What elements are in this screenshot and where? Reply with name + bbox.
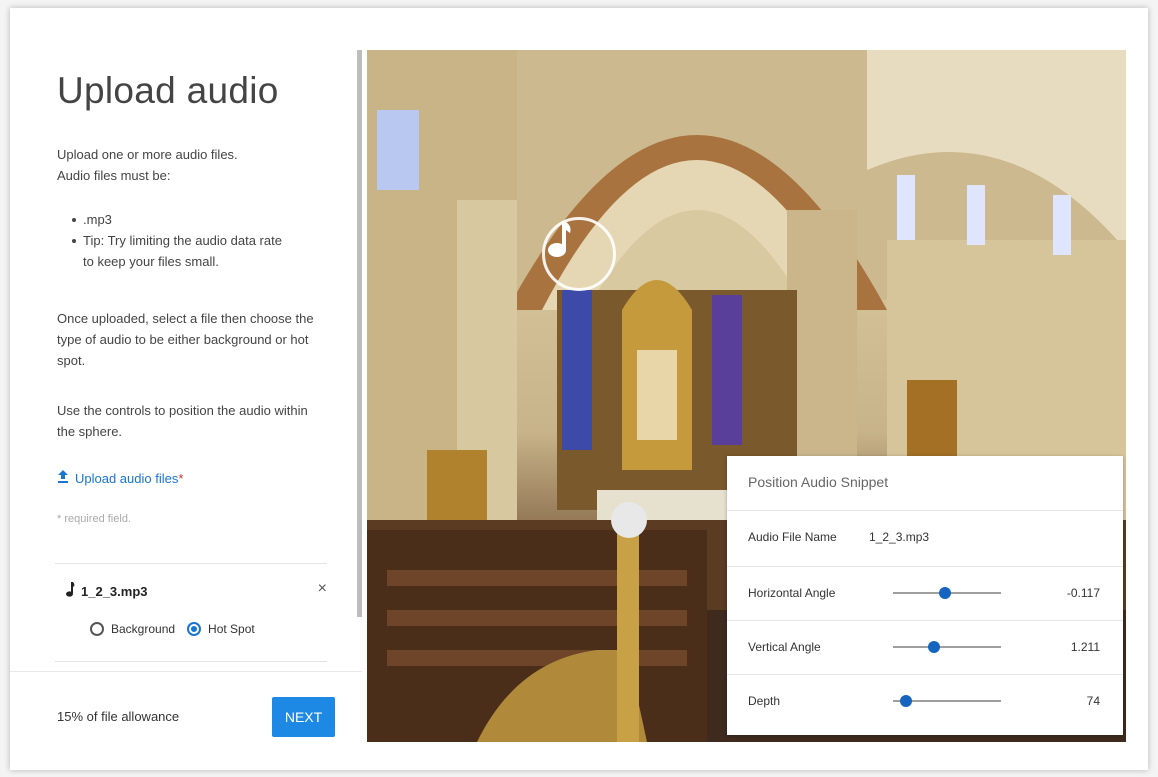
audio-hotspot-marker[interactable] — [542, 217, 616, 291]
radio-icon — [187, 622, 202, 636]
scrollbar[interactable] — [357, 50, 362, 617]
upload-icon — [57, 470, 69, 486]
row-value: 74 — [1086, 694, 1100, 708]
radio-label: Background — [111, 622, 176, 636]
requirement-item: .mp3 — [72, 209, 292, 230]
row-label: Horizontal Angle — [748, 586, 836, 600]
audio-type-group: Background Hot Spot — [90, 622, 267, 636]
music-note-icon — [65, 582, 75, 600]
intro-line: Audio files must be: — [57, 168, 171, 183]
file-name: 1_2_3.mp3 — [65, 582, 148, 600]
file-name-text: 1_2_3.mp3 — [81, 583, 148, 599]
divider — [55, 661, 327, 662]
radio-background[interactable]: Background — [90, 622, 175, 636]
card-title: Position Audio Snippet — [748, 474, 889, 490]
upload-label: Upload audio files — [75, 470, 179, 486]
row-label: Vertical Angle — [748, 640, 821, 654]
slider-thumb[interactable] — [938, 587, 951, 599]
select-instructions: Once uploaded, select a file then choose… — [57, 311, 314, 368]
vertical-angle-slider[interactable] — [893, 641, 1001, 653]
upload-panel: Upload audio Upload one or more audio fi… — [10, 8, 362, 770]
file-item[interactable]: 1_2_3.mp3 × — [65, 580, 327, 602]
row-value: -0.117 — [1066, 586, 1100, 600]
horizontal-angle-slider[interactable] — [893, 587, 1001, 599]
row-label: Depth — [748, 694, 781, 708]
radio-label: Hot Spot — [208, 622, 255, 636]
slider-thumb[interactable] — [928, 641, 941, 653]
intro-text: Upload one or more audio files. Audio fi… — [57, 144, 317, 186]
page-title: Upload audio — [57, 70, 279, 111]
required-hint: * required field. — [57, 513, 131, 525]
app-frame: Upload audio Upload one or more audio fi… — [10, 8, 1148, 770]
next-button[interactable]: NEXT — [272, 697, 335, 737]
position-audio-card: Position Audio Snippet Audio File Name 1… — [727, 456, 1123, 735]
upload-audio-link[interactable]: Upload audio files* — [57, 470, 183, 486]
radio-hot-spot[interactable]: Hot Spot — [187, 622, 255, 636]
horizontal-angle-row: Horizontal Angle -0.117 — [727, 566, 1123, 621]
row-label: Audio File Name — [748, 530, 837, 544]
intro-line: Upload one or more audio files. — [57, 147, 238, 162]
vertical-angle-row: Vertical Angle 1.211 — [727, 620, 1123, 675]
depth-row: Depth 74 — [727, 674, 1123, 729]
close-icon[interactable]: × — [318, 580, 327, 598]
row-value: 1_2_3.mp3 — [869, 530, 930, 544]
radio-icon — [90, 622, 104, 636]
divider — [55, 563, 327, 564]
file-name-row: Audio File Name 1_2_3.mp3 — [727, 510, 1123, 565]
requirements-list: .mp3 Tip: Try limiting the audio data ra… — [72, 209, 292, 272]
footer-divider — [10, 671, 362, 672]
row-value: 1.211 — [1070, 640, 1100, 654]
controls-instructions: Use the controls to position the audio w… — [57, 403, 308, 439]
file-allowance: 15% of file allowance — [57, 709, 180, 724]
depth-slider[interactable] — [893, 695, 1001, 707]
slider-thumb[interactable] — [899, 695, 912, 707]
requirement-item: Tip: Try limiting the audio data rate to… — [72, 230, 292, 272]
required-mark: * — [178, 470, 184, 486]
